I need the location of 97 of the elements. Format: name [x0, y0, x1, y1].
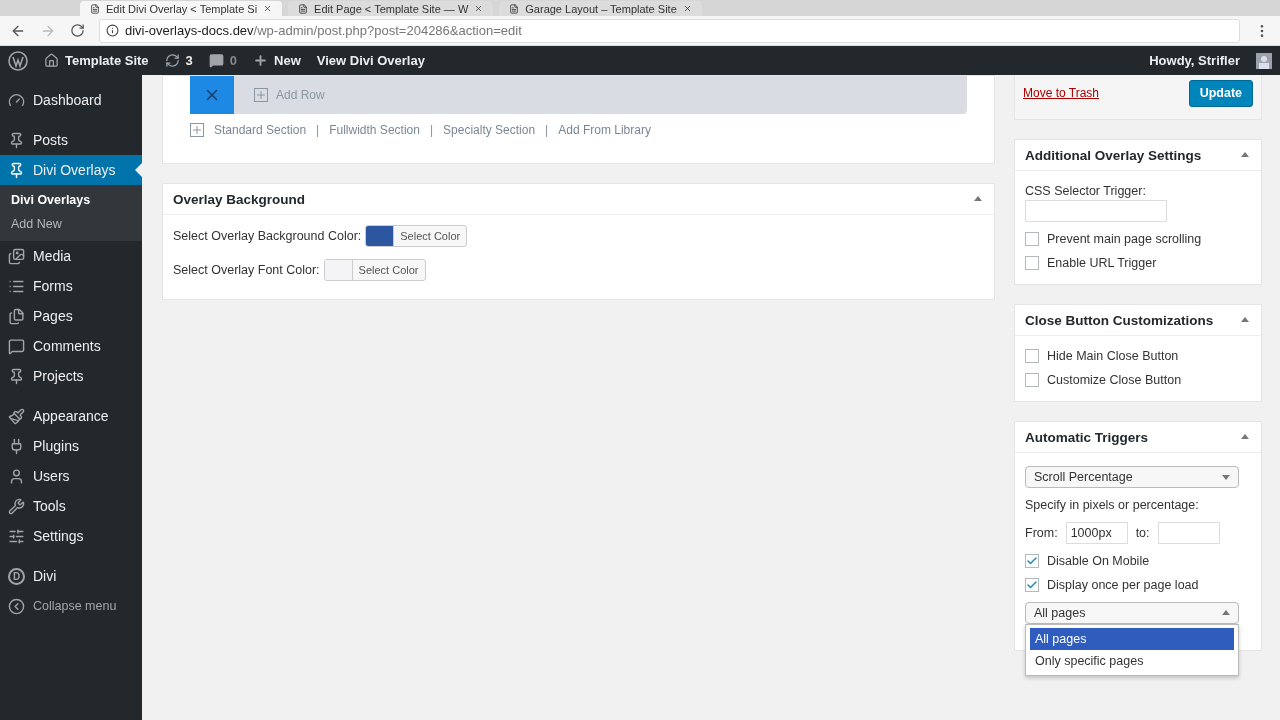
section-link[interactable]: Standard Section [214, 123, 307, 137]
close-icon[interactable] [682, 4, 692, 13]
dropdown-option[interactable]: All pages [1030, 628, 1234, 650]
sidebar-item[interactable]: Dashboard [0, 85, 142, 115]
checkbox-label: Disable On Mobile [1047, 554, 1150, 568]
sidebar-item[interactable]: Users [0, 461, 142, 491]
sliders-icon [8, 527, 25, 545]
browser-tab[interactable]: Edit Page < Template Site — W [288, 1, 494, 16]
update-button[interactable]: Update [1188, 79, 1253, 107]
reload-icon[interactable] [70, 23, 85, 38]
plus-icon [254, 88, 268, 102]
section-link[interactable]: Fullwidth Section [329, 123, 420, 137]
selector-input[interactable] [1025, 200, 1167, 222]
sidebar-item[interactable]: Pages [0, 301, 142, 331]
speech-bubble-icon [208, 53, 224, 68]
close-icon[interactable] [474, 4, 484, 13]
sidebar-item[interactable]: Plugins [0, 431, 142, 461]
trigger-select[interactable]: Scroll Percentage [1025, 466, 1239, 488]
letter-icon: D [8, 567, 25, 585]
account-link[interactable]: Howdy, Strifler [1149, 53, 1240, 68]
home-icon [44, 53, 59, 68]
color-picker-button[interactable]: Select Color [323, 259, 426, 281]
checkbox[interactable] [1025, 578, 1039, 592]
pin-icon [8, 131, 25, 149]
checkbox[interactable] [1025, 232, 1039, 246]
submenu-item[interactable]: Divi Overlays [0, 191, 142, 209]
refresh-icon [164, 53, 180, 68]
pin-icon [8, 367, 25, 385]
sidebar-item[interactable]: Appearance [0, 401, 142, 431]
hint-text: Specify in pixels or percentage: [1025, 498, 1200, 512]
pages-icon [8, 307, 25, 325]
checkbox-label: Prevent main page scrolling [1047, 232, 1202, 246]
field-label: Select Overlay Font Color: [173, 263, 320, 277]
card-title: Additional Overlay Settings [1025, 147, 1202, 163]
checkbox[interactable] [1025, 373, 1039, 387]
checkbox[interactable] [1025, 256, 1039, 270]
sidebar-item[interactable]: D Divi [0, 561, 142, 591]
checkbox-label: Enable URL Trigger [1047, 256, 1157, 270]
sidebar-item[interactable]: Media [0, 241, 142, 271]
view-link[interactable]: View Divi Overlay [316, 53, 425, 68]
images-icon [8, 247, 25, 265]
avatar-icon[interactable] [1256, 52, 1272, 69]
from-input[interactable]: 1000px [1065, 522, 1128, 544]
new-link[interactable]: New [253, 53, 301, 68]
person-icon [8, 467, 25, 485]
paintbrush-icon [8, 407, 25, 425]
checkbox[interactable] [1025, 349, 1039, 363]
site-link[interactable]: Template Site [44, 53, 149, 68]
color-picker-button[interactable]: Select Color [365, 225, 468, 247]
info-icon[interactable] [106, 24, 119, 37]
separator: | [545, 123, 549, 137]
section-link[interactable]: Add From Library [558, 123, 651, 137]
document-icon [90, 3, 100, 14]
document-icon [298, 3, 309, 14]
sidebar-item[interactable]: Comments [0, 331, 142, 361]
document-icon [509, 3, 520, 14]
field-label: CSS Selector Trigger: [1025, 184, 1147, 198]
sidebar-item[interactable]: Settings [0, 521, 142, 551]
checkbox-label: Hide Main Close Button [1047, 349, 1179, 363]
field-label: to: [1135, 526, 1150, 540]
card-title: Automatic Triggers [1025, 429, 1149, 445]
browser-tab[interactable]: Garage Layout – Template Site [499, 1, 702, 16]
sidebar-item[interactable]: Collapse menu [0, 591, 142, 621]
to-input[interactable] [1157, 522, 1220, 544]
browser-tab[interactable]: Edit Divi Overlay < Template Si [80, 1, 283, 16]
speech-bubble-icon [8, 337, 25, 355]
card-title: Overlay Background [173, 191, 306, 207]
card-title: Close Button Customizations [1025, 312, 1214, 328]
check-icon [1026, 579, 1038, 591]
separator: | [429, 123, 434, 137]
sidebar-item[interactable]: Posts [0, 125, 142, 155]
sidebar-item[interactable]: Forms [0, 271, 142, 301]
checkbox-label: Display once per page load [1047, 578, 1199, 592]
wordpress-logo-icon[interactable] [8, 50, 28, 71]
address-field[interactable]: divi-overlays-docs.dev/wp-admin/post.php?post=204286&action=edit [99, 18, 1240, 43]
pages-select[interactable]: All pages [1025, 602, 1239, 624]
close-icon[interactable] [263, 4, 273, 13]
updates-link[interactable]: 3 [164, 53, 193, 68]
field-label: Select Overlay Background Color: [173, 229, 362, 243]
comments-link[interactable]: 0 [208, 53, 238, 68]
separator: | [316, 123, 320, 137]
sidebar-item[interactable]: Divi Overlays [0, 155, 142, 185]
checkbox[interactable] [1025, 554, 1039, 568]
wrench-icon [8, 497, 25, 515]
sidebar-item[interactable]: Tools [0, 491, 142, 521]
plus-icon [253, 53, 269, 68]
plus-icon[interactable] [190, 123, 204, 137]
check-icon [1026, 555, 1038, 567]
submenu-item[interactable]: Add New [0, 215, 142, 233]
sidebar-item[interactable]: Projects [0, 361, 142, 391]
move-to-trash-link[interactable]: Move to Trash [1023, 86, 1100, 100]
field-label: From: [1025, 526, 1058, 540]
dashboard-icon [8, 91, 25, 109]
pin-icon [8, 161, 25, 179]
section-link[interactable]: Specialty Section [443, 123, 536, 137]
checkbox-label: Customize Close Button [1047, 373, 1182, 387]
collapse-icon [8, 597, 25, 615]
